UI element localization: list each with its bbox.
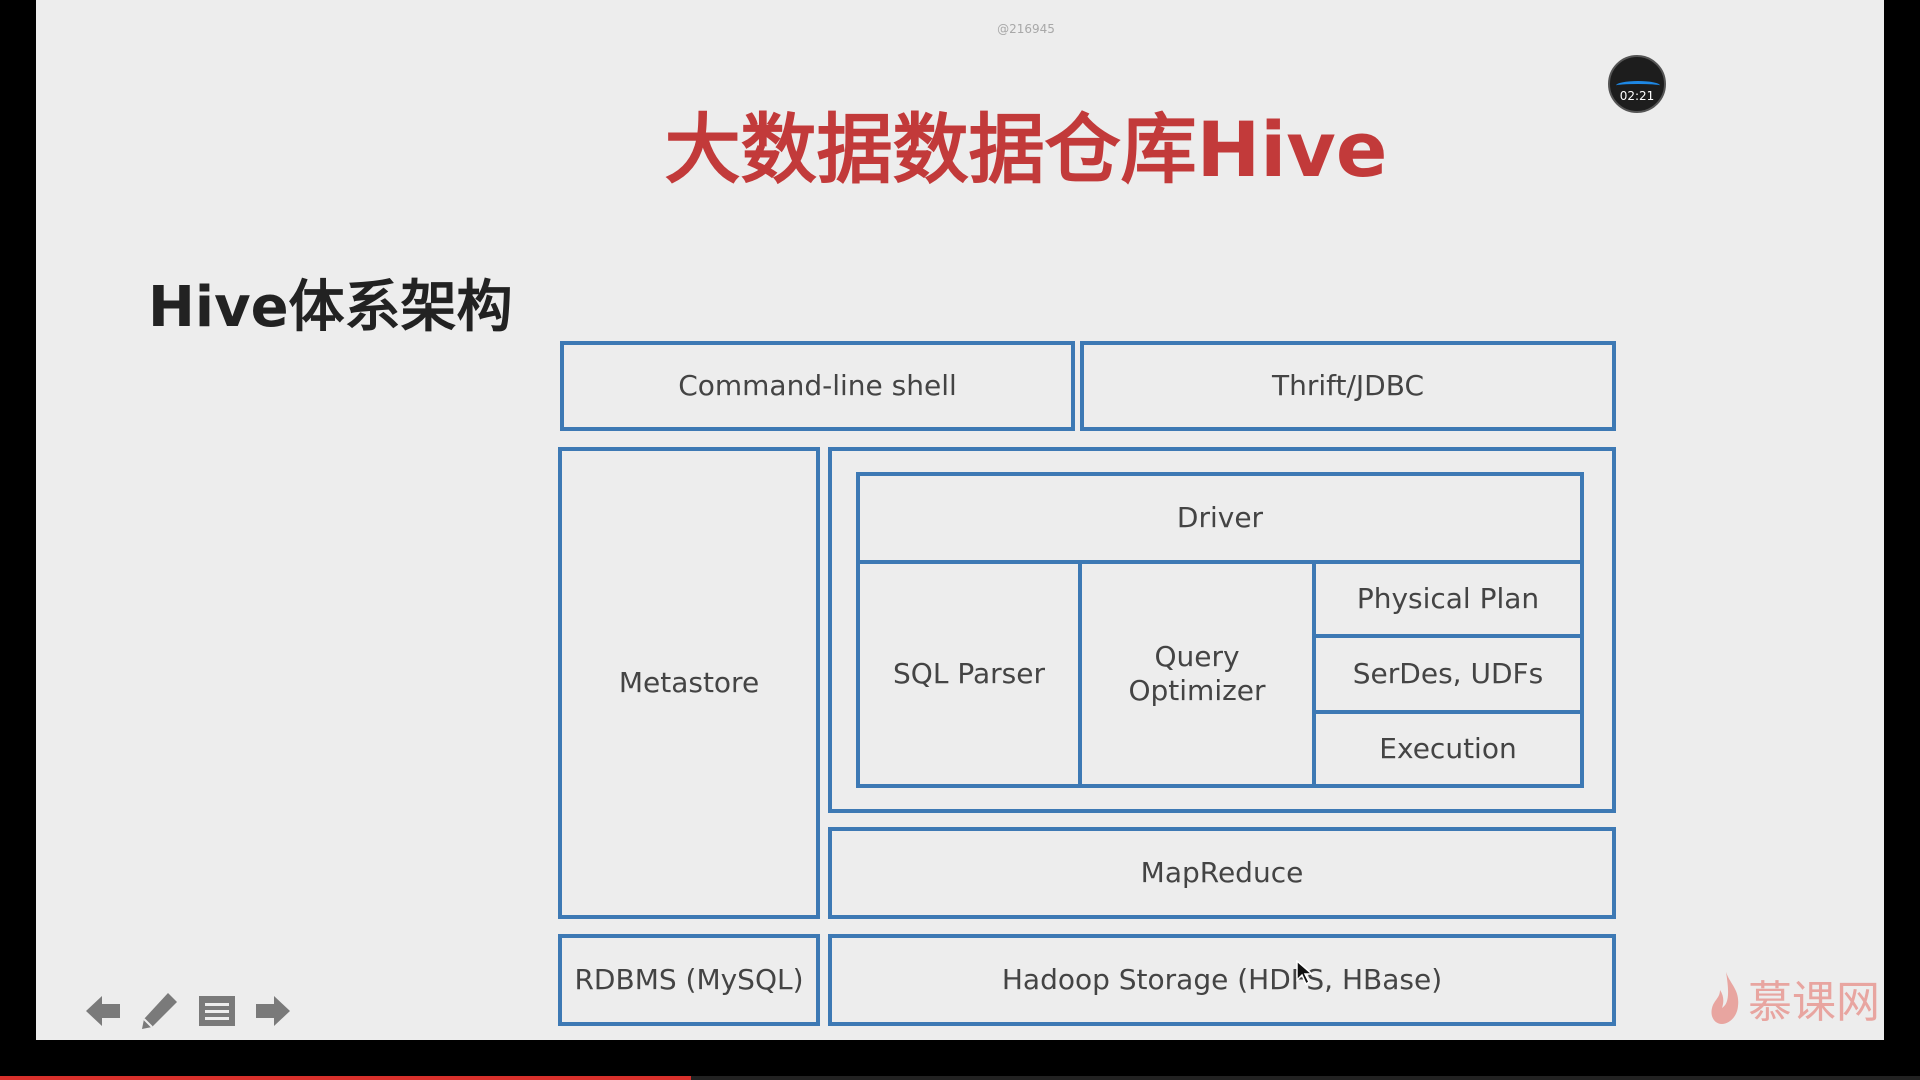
arrow-left-icon[interactable] [82, 990, 124, 1032]
timer-text: 02:21 [1619, 89, 1655, 103]
pencil-icon[interactable] [138, 990, 180, 1032]
command-line-shell-box: Command-line shell [560, 341, 1075, 431]
timer-badge: 02:21 [1608, 55, 1666, 113]
execution-box: Execution [1312, 710, 1584, 788]
arrow-right-icon[interactable] [252, 990, 294, 1032]
watermark-id: @216945 [997, 22, 1055, 36]
mapreduce-box: MapReduce [828, 827, 1616, 919]
metastore-box: Metastore [558, 447, 820, 919]
logo-text: 慕课网 [1748, 977, 1880, 1028]
slide-subtitle: Hive体系架构 [148, 275, 513, 340]
brand-logo: 慕课网 [1708, 968, 1880, 1028]
menu-icon[interactable] [196, 990, 238, 1032]
sql-parser-box: SQL Parser [856, 560, 1082, 788]
hadoop-storage-box: Hadoop Storage (HDFS, HBase) [828, 934, 1616, 1026]
video-progress-fill [0, 1076, 692, 1080]
video-progress-bar[interactable] [0, 1076, 1920, 1080]
slide: @216945 02:21 大数据数据仓库Hive Hive体系架构 Comma… [36, 0, 1884, 1040]
driver-box: Driver [856, 472, 1584, 564]
thrift-jdbc-box: Thrift/JDBC [1080, 341, 1616, 431]
rdbms-box: RDBMS (MySQL) [558, 934, 820, 1026]
physical-plan-box: Physical Plan [1312, 560, 1584, 638]
mouse-cursor-icon [1296, 960, 1314, 986]
slide-title: 大数据数据仓库Hive [664, 105, 1388, 194]
flame-logo-icon [1711, 972, 1739, 1024]
serdes-udfs-box: SerDes, UDFs [1312, 634, 1584, 714]
query-optimizer-box: Query Optimizer [1078, 560, 1316, 788]
